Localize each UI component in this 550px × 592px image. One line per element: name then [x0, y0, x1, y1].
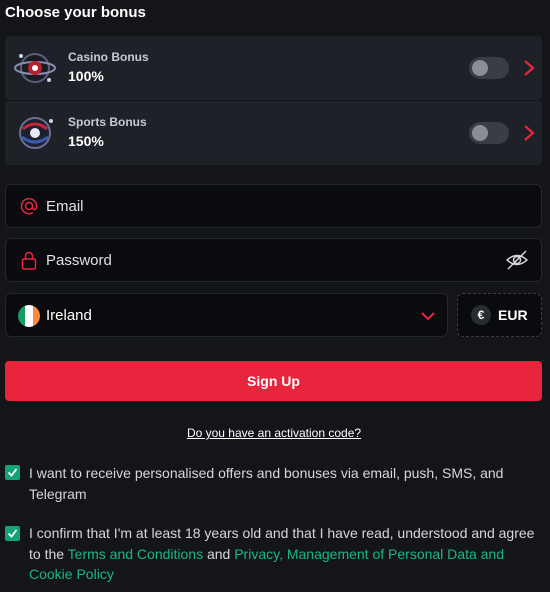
casino-bonus-card[interactable]: Casino Bonus 100% [5, 36, 542, 100]
sports-bonus-card[interactable]: Sports Bonus 150% [5, 101, 542, 165]
toggle-knob [472, 125, 488, 141]
page-title: Choose your bonus [5, 4, 146, 21]
checkmark-icon [7, 529, 18, 538]
bonus-name: Sports Bonus [68, 115, 147, 129]
bonus-name: Casino Bonus [68, 50, 149, 64]
eye-off-icon[interactable] [505, 249, 529, 271]
toggle-knob [472, 60, 488, 76]
chevron-right-icon[interactable] [520, 123, 538, 143]
casino-bonus-toggle[interactable] [469, 57, 509, 79]
casino-bonus-icon [14, 53, 56, 83]
chevron-right-icon[interactable] [520, 58, 538, 78]
password-input[interactable] [46, 239, 486, 281]
consent-and: and [203, 545, 235, 562]
at-sign-icon [20, 197, 38, 215]
ireland-flag-icon [18, 305, 40, 327]
currency-select[interactable]: € EUR [457, 293, 542, 337]
chevron-down-icon [421, 312, 435, 321]
currency-value: EUR [498, 307, 528, 323]
checkmark-icon [7, 468, 18, 477]
signup-button[interactable]: Sign Up [5, 361, 542, 401]
offers-consent-text: I want to receive personalised offers an… [29, 465, 504, 502]
euro-icon: € [471, 305, 491, 325]
email-field[interactable] [5, 184, 542, 228]
activation-code-link[interactable]: Do you have an activation code? [0, 426, 548, 440]
email-input[interactable] [46, 185, 486, 227]
bonus-value: 100% [68, 68, 104, 84]
country-select[interactable]: Ireland [5, 293, 448, 337]
password-field[interactable] [5, 238, 542, 282]
terms-consent-text: I confirm that I'm at least 18 years old… [29, 523, 544, 585]
terms-checkbox[interactable] [5, 526, 20, 541]
bonus-value: 150% [68, 133, 104, 149]
country-value: Ireland [46, 307, 92, 324]
lock-icon [21, 251, 37, 270]
sports-bonus-toggle[interactable] [469, 122, 509, 144]
offers-checkbox[interactable] [5, 465, 20, 480]
sports-bonus-icon [19, 117, 53, 149]
terms-link[interactable]: Terms and Conditions [68, 546, 203, 562]
